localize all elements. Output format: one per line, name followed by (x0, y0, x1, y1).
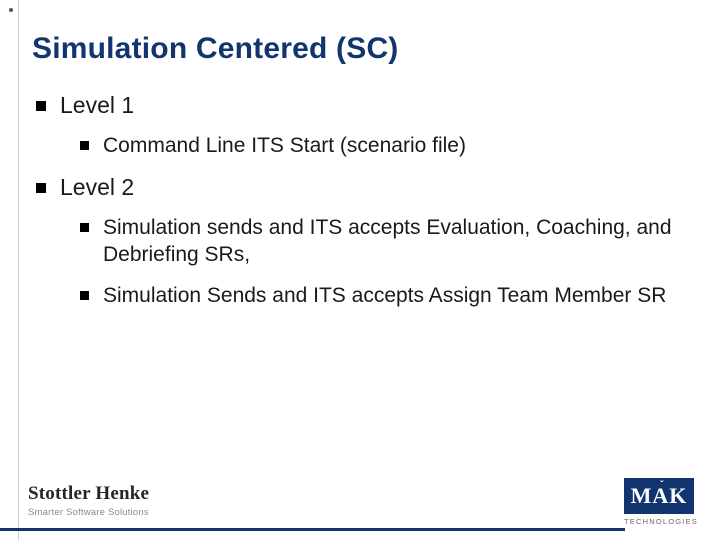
square-bullet-icon (36, 101, 46, 111)
square-bullet-icon (80, 141, 89, 150)
bullet-text: Level 1 (60, 92, 676, 119)
bullet-text: Command Line ITS Start (scenario file) (103, 133, 676, 160)
bullet-level1: Level 1 (36, 92, 676, 119)
mak-tagline: TECHNOLOGIES (624, 517, 698, 526)
square-bullet-icon (80, 223, 89, 232)
corner-dot (9, 8, 13, 12)
bullet-text: Simulation Sends and ITS accepts Assign … (103, 283, 676, 310)
bullet-level2: Simulation Sends and ITS accepts Assign … (80, 283, 676, 310)
logo-text: Stottler Henke (28, 483, 149, 505)
logo-mak: MAK ˇ TECHNOLOGIES (624, 478, 698, 526)
content-area: Level 1 Command Line ITS Start (scenario… (36, 92, 676, 324)
footer-rule (0, 528, 625, 531)
logo-tagline: Smarter Software Solutions (28, 507, 149, 518)
caron-icon: ˇ (660, 480, 665, 491)
vertical-rule (18, 0, 19, 540)
bullet-level2: Command Line ITS Start (scenario file) (80, 133, 676, 160)
square-bullet-icon (36, 183, 46, 193)
bullet-text: Simulation sends and ITS accepts Evaluat… (103, 215, 676, 269)
bullet-level1: Level 2 (36, 174, 676, 201)
slide-title: Simulation Centered (SC) (32, 32, 399, 66)
square-bullet-icon (80, 291, 89, 300)
mak-badge: MAK ˇ (624, 478, 694, 514)
bullet-level2: Simulation sends and ITS accepts Evaluat… (80, 215, 676, 269)
slide: Simulation Centered (SC) Level 1 Command… (0, 0, 720, 540)
bullet-text: Level 2 (60, 174, 676, 201)
mak-text: MAK (631, 483, 688, 509)
logo-stottler-henke: Stottler Henke Smarter Software Solution… (28, 483, 149, 518)
